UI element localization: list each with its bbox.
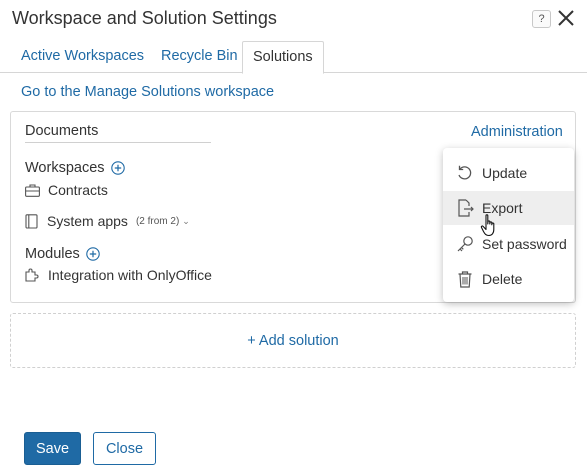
help-button[interactable]: ?	[532, 10, 551, 28]
trash-icon	[458, 271, 472, 288]
module-item-onlyoffice[interactable]: Integration with OnlyOffice	[24, 267, 212, 283]
puzzle-icon	[25, 268, 39, 282]
dialog-title: Workspace and Solution Settings	[12, 8, 277, 28]
workspace-count: (2 from 2)	[135, 215, 180, 227]
menu-item-update[interactable]: Update	[443, 156, 574, 190]
key-icon	[457, 236, 473, 252]
menu-item-export[interactable]: Export	[443, 191, 574, 225]
tab-recycle-bin[interactable]: Recycle Bin	[151, 41, 248, 73]
close-icon[interactable]	[556, 8, 576, 28]
chevron-down-icon[interactable]: ⌄	[182, 216, 190, 227]
workspace-item-contracts[interactable]: Contracts	[25, 182, 108, 198]
hand-cursor-icon	[480, 214, 495, 237]
manage-solutions-link[interactable]: Go to the Manage Solutions workspace	[21, 84, 274, 100]
save-button[interactable]: Save	[24, 432, 81, 465]
module-label: Integration with OnlyOffice	[48, 267, 212, 283]
add-solution-button[interactable]: + Add solution	[10, 313, 576, 368]
menu-item-label: Update	[482, 165, 528, 181]
book-icon	[25, 213, 38, 229]
tab-solutions[interactable]: Solutions	[242, 41, 324, 74]
workspace-label: System apps	[47, 213, 128, 229]
undo-icon	[458, 165, 472, 180]
workspaces-section: Workspaces	[25, 160, 125, 176]
menu-item-label: Set password	[482, 236, 567, 252]
add-module-icon[interactable]	[86, 247, 100, 261]
workspace-label: Contracts	[48, 182, 108, 198]
administration-menu: Update Export Set password Delete	[443, 148, 574, 302]
workspaces-label: Workspaces	[25, 160, 105, 176]
administration-link[interactable]: Administration	[471, 124, 563, 140]
modules-section: Modules	[25, 246, 100, 262]
export-icon	[458, 199, 474, 217]
briefcase-icon	[25, 183, 40, 197]
menu-item-delete[interactable]: Delete	[443, 262, 574, 296]
close-button[interactable]: Close	[93, 432, 156, 465]
modules-label: Modules	[25, 246, 80, 262]
solution-name: Documents	[25, 123, 211, 143]
tab-active-workspaces[interactable]: Active Workspaces	[11, 41, 154, 73]
tab-bar: Active Workspaces Recycle Bin Solutions	[0, 41, 587, 74]
menu-item-label: Delete	[482, 271, 523, 287]
add-workspace-icon[interactable]	[110, 161, 125, 175]
menu-item-set-password[interactable]: Set password	[443, 227, 574, 261]
workspace-item-system-apps[interactable]: System apps (2 from 2) ⌄	[25, 213, 190, 229]
